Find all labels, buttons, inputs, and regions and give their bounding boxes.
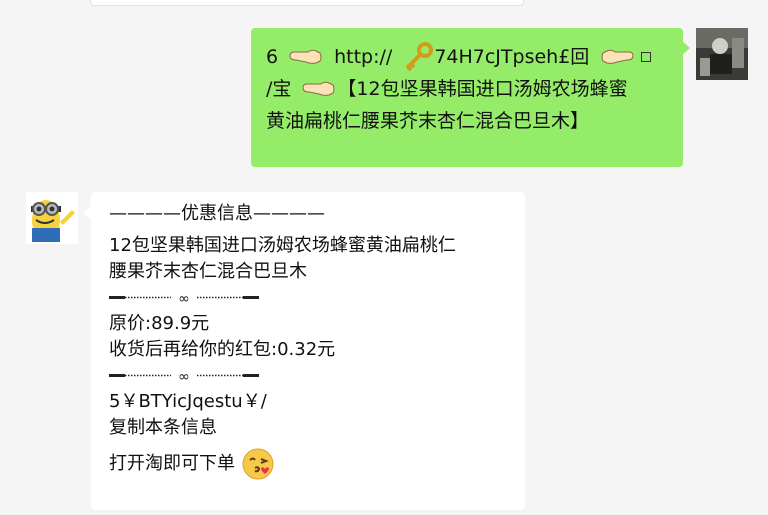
- original-price: 原价:89.9元: [109, 313, 210, 334]
- minion-avatar-icon: [26, 192, 78, 244]
- red-packet-info: 收货后再给你的红包:0.32元: [109, 339, 336, 360]
- infinity-separator-icon: ∞: [109, 365, 513, 387]
- open-hint-line: 打开淘即可下单: [109, 447, 513, 481]
- open-hint: 打开淘即可下单: [109, 453, 235, 474]
- user-avatar[interactable]: [696, 28, 748, 80]
- pointing-hand-right-icon: [601, 49, 634, 64]
- received-message-bubble[interactable]: ————优惠信息———— 12包坚果韩国进口汤姆农场蜂蜜黄油扁桃仁 腰果芥末杏仁…: [83, 192, 525, 510]
- promo-header: ————优惠信息————: [109, 203, 325, 224]
- pointing-hand-left-icon: [289, 49, 322, 64]
- message-prefix-number: 6: [266, 46, 279, 68]
- svg-text:∞: ∞: [178, 369, 190, 383]
- message-line-2: /宝 【12包坚果韩国进口汤姆农场蜂蜜: [266, 73, 671, 105]
- sent-message-bubble[interactable]: 6 http:// 74H7cJTpseh£回 /宝 【12包坚果韩国进口汤姆农…: [251, 28, 690, 167]
- url-text[interactable]: http://: [334, 41, 392, 73]
- product-title-part1: 【12包坚果韩国进口汤姆农场蜂蜜: [337, 78, 628, 100]
- key-icon: [405, 42, 434, 72]
- user-avatar-photo: [696, 28, 748, 80]
- missing-glyph-box: [641, 52, 652, 62]
- message-prefix-bao: /宝: [266, 78, 292, 100]
- previous-message-bubble: [90, 0, 524, 6]
- infinity-separator-icon: ∞: [109, 287, 513, 309]
- product-name-line1: 12包坚果韩国进口汤姆农场蜂蜜黄油扁桃仁: [109, 235, 456, 256]
- share-code: 74H7cJTpseh£回: [434, 46, 590, 68]
- kiss-face-icon: [242, 448, 274, 480]
- message-line-3: 黄油扁桃仁腰果芥末杏仁混合巴旦木】: [266, 105, 671, 137]
- coupon-code: 5￥BTYicJqestu￥/: [109, 391, 267, 412]
- message-line-1: 6 http:// 74H7cJTpseh£回: [266, 41, 671, 73]
- product-name-line2: 腰果芥末杏仁混合巴旦木: [109, 261, 307, 282]
- pointing-hand-left-icon: [302, 81, 335, 96]
- copy-hint: 复制本条信息: [109, 417, 217, 438]
- svg-text:∞: ∞: [178, 291, 190, 305]
- product-title-part2: 黄油扁桃仁腰果芥末杏仁混合巴旦木】: [266, 110, 590, 132]
- bot-avatar[interactable]: [26, 192, 78, 244]
